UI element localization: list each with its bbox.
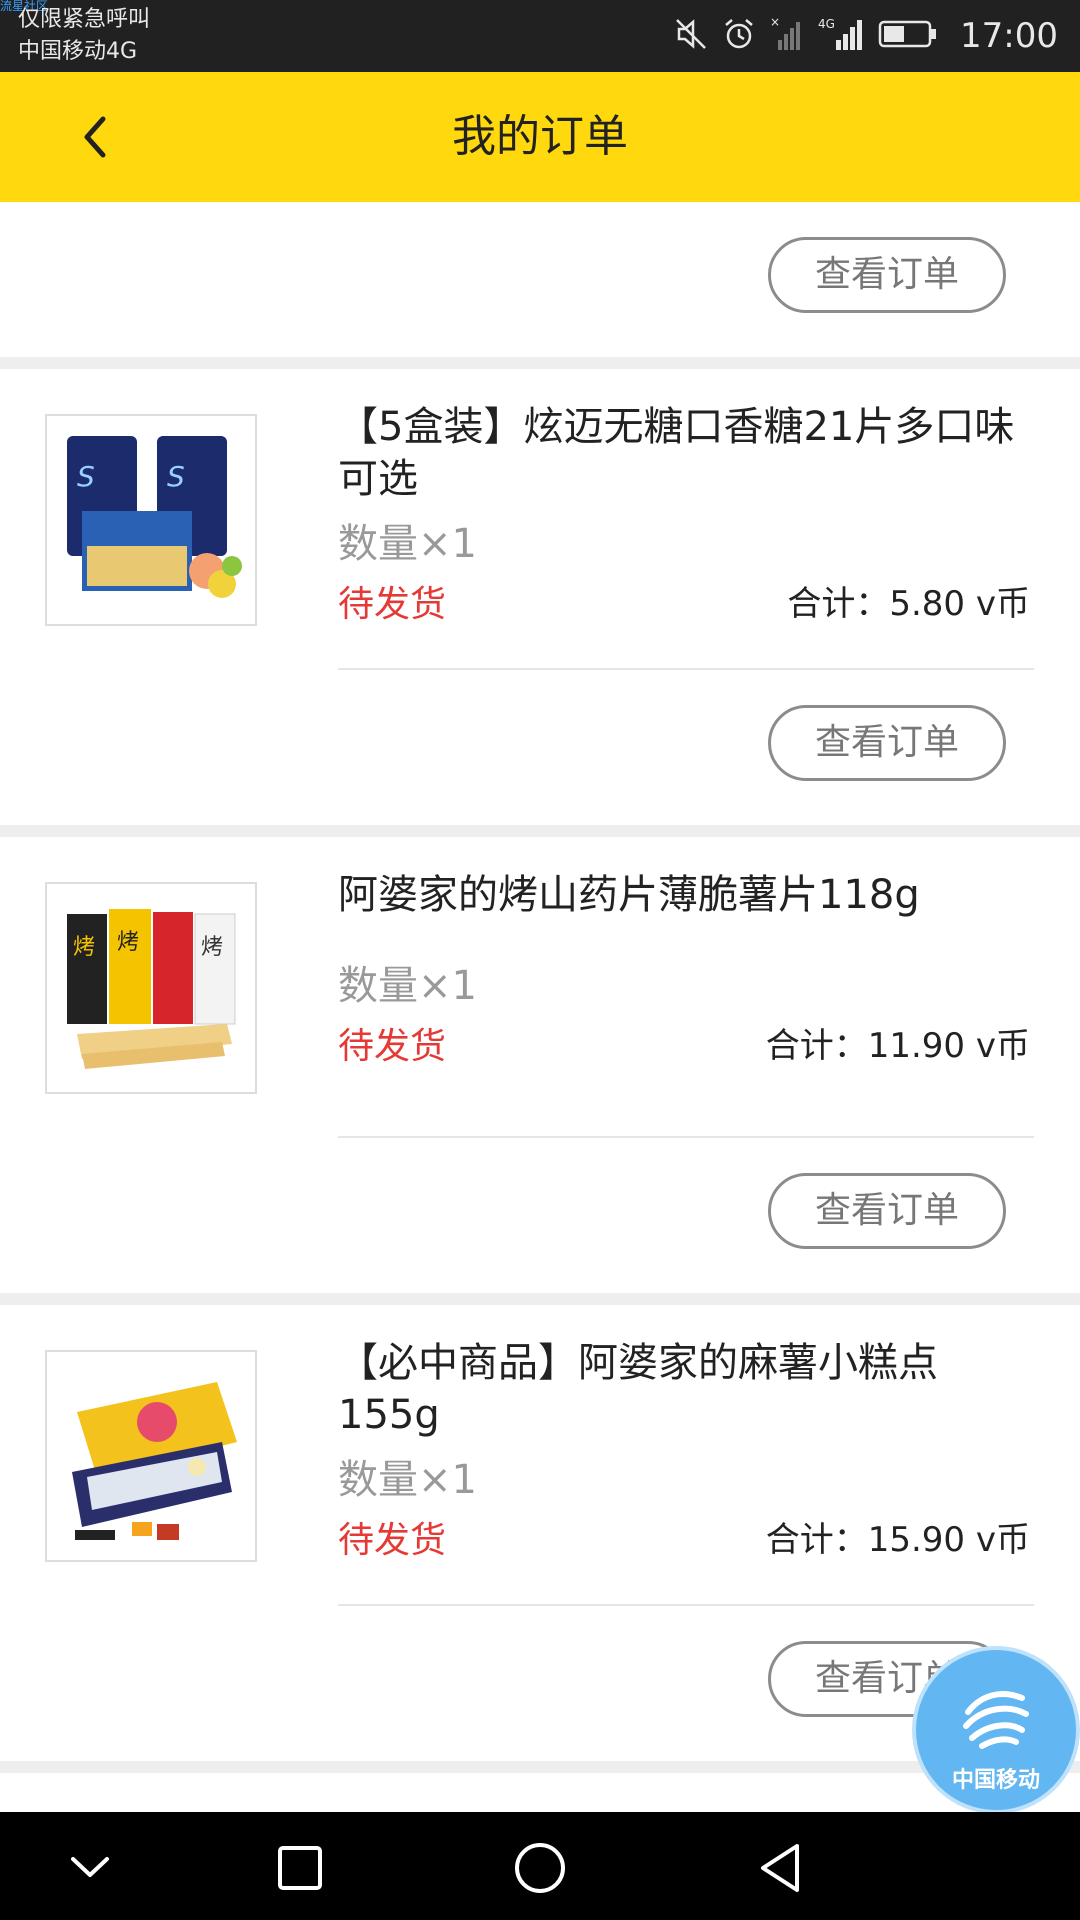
card-separator	[0, 825, 1080, 837]
view-order-button[interactable]: 查看订单	[768, 1173, 1006, 1249]
product-image[interactable]: 烤 烤 烤	[45, 882, 257, 1094]
order-status-text: 待发货	[338, 584, 447, 625]
order-card-partial: 查看订单	[0, 202, 1080, 357]
back-button[interactable]	[60, 102, 130, 172]
china-mobile-floating-button[interactable]: 中国移动	[912, 1646, 1080, 1814]
svg-text:烤: 烤	[117, 930, 139, 955]
chevron-down-icon	[71, 1857, 109, 1877]
page-title: 我的订单	[452, 111, 628, 162]
alarm-icon	[722, 17, 756, 55]
card-separator	[0, 357, 1080, 369]
hide-nav-button[interactable]	[52, 1830, 128, 1906]
signal-sim1-icon: ×	[770, 15, 804, 56]
svg-text:×: ×	[770, 16, 780, 29]
product-title[interactable]: 【必中商品】阿婆家的麻薯小糕点155g	[338, 1337, 1038, 1441]
svg-text:烤: 烤	[201, 935, 223, 960]
view-order-button[interactable]: 查看订单	[768, 705, 1006, 781]
order-total-text: 合计：11.90 v币	[765, 1026, 1030, 1066]
view-order-button[interactable]: 查看订单	[768, 237, 1006, 313]
product-title[interactable]: 【5盒装】炫迈无糖口香糖21片多口味可选	[338, 401, 1038, 505]
status-icons: × 4G 17:00	[674, 0, 1058, 72]
product-title[interactable]: 阿婆家的烤山药片薄脆薯片118g	[338, 869, 1038, 921]
emergency-call-text: 仅限紧急呼叫	[18, 7, 151, 32]
order-card: S S 【5盒装】炫迈无糖口香糖21片多口味可选 数量×1 待发货 合计：5.8…	[0, 369, 1080, 825]
chevron-left-icon	[84, 116, 106, 158]
svg-text:S: S	[77, 460, 95, 493]
order-status-text: 待发货	[338, 1026, 447, 1067]
china-mobile-logo-icon	[963, 1691, 1029, 1749]
china-mobile-label: 中国移动	[951, 1768, 1040, 1793]
divider	[338, 1604, 1034, 1606]
order-status-text: 待发货	[338, 1520, 447, 1561]
order-total-text: 合计：15.90 v币	[765, 1520, 1030, 1560]
title-bar: 我的订单	[0, 72, 1080, 202]
triangle-back-icon	[761, 1844, 799, 1892]
order-card: 烤 烤 烤 阿婆家的烤山药片薄脆薯片118g 数量×1 待发货 合计：11.90…	[0, 837, 1080, 1293]
svg-text:S: S	[167, 460, 185, 493]
divider	[338, 668, 1034, 670]
svg-text:烤: 烤	[73, 935, 95, 960]
quantity-text: 数量×1	[338, 1457, 477, 1503]
carrier-text: 中国移动4G	[18, 39, 138, 64]
product-image[interactable]: S S	[45, 414, 257, 626]
home-button[interactable]	[502, 1830, 578, 1906]
status-bar: 流星社区 仅限紧急呼叫 中国移动4G × 4G 17:00	[0, 0, 1080, 72]
product-image[interactable]	[45, 1350, 257, 1562]
system-nav-bar	[0, 1812, 1080, 1920]
circle-icon	[515, 1843, 565, 1893]
divider	[338, 1136, 1034, 1138]
clock-text: 17:00	[960, 16, 1058, 56]
order-total-text: 合计：5.80 v币	[787, 584, 1030, 624]
back-nav-button[interactable]	[742, 1830, 818, 1906]
square-icon	[278, 1846, 322, 1890]
quantity-text: 数量×1	[338, 521, 477, 567]
order-card: 【必中商品】阿婆家的麻薯小糕点155g 数量×1 待发货 合计：15.90 v币…	[0, 1305, 1080, 1761]
quantity-text: 数量×1	[338, 963, 477, 1009]
card-separator	[0, 1293, 1080, 1305]
battery-icon	[878, 19, 938, 53]
signal-4g-icon: 4G	[818, 16, 864, 56]
recent-apps-button[interactable]	[262, 1830, 338, 1906]
svg-text:4G: 4G	[818, 17, 835, 31]
mute-icon	[674, 17, 708, 55]
